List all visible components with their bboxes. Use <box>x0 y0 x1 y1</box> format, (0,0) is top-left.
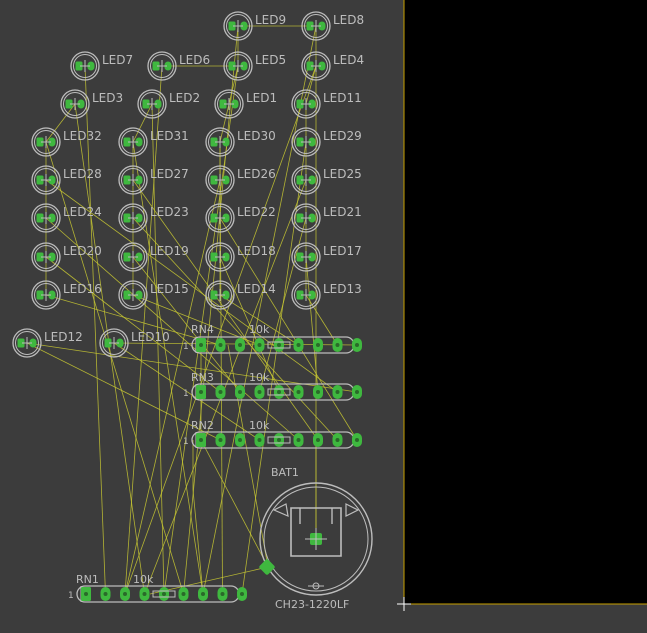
led-label: LED14 <box>237 282 276 296</box>
rn-pin1-marker: 1 <box>183 342 189 352</box>
rn-name: RN2 <box>191 419 214 432</box>
led-label: LED17 <box>323 244 362 258</box>
led-led13[interactable]: LED13 <box>291 280 362 310</box>
parts: LED9 LED8 LED7 LED6 LED5 LED4 LED3 LED2 LED1 LED1… <box>12 11 373 611</box>
rn-name: RN4 <box>191 323 214 336</box>
pcb-layout: LED9 LED8 LED7 LED6 LED5 LED4 LED3 LED2 LED1 LED1… <box>12 0 647 611</box>
led-led31[interactable]: LED31 <box>118 127 189 157</box>
led-label: LED15 <box>150 282 189 296</box>
led-label: LED28 <box>63 167 102 181</box>
led-led20[interactable]: LED20 <box>31 242 102 272</box>
led-label: LED27 <box>150 167 189 181</box>
led-led1[interactable]: LED1 <box>214 89 277 119</box>
rn-value: 10k <box>249 419 270 432</box>
airwire <box>200 439 269 568</box>
led-led21[interactable]: LED21 <box>291 203 362 233</box>
led-label: LED29 <box>323 129 362 143</box>
led-led12[interactable]: LED12 <box>12 328 83 358</box>
rn-pin1-marker: 1 <box>183 389 189 399</box>
rn-name: RN3 <box>191 371 214 384</box>
led-label: LED18 <box>237 244 276 258</box>
led-led3[interactable]: LED3 <box>60 89 123 119</box>
led-label: LED19 <box>150 244 189 258</box>
battery-bat1[interactable]: BAT1 CH23-1220LF <box>259 466 373 611</box>
airwire <box>192 489 204 595</box>
led-led9[interactable]: LED9 <box>223 11 286 41</box>
led-led26[interactable]: LED26 <box>205 165 276 195</box>
led-label: LED30 <box>237 129 276 143</box>
airwire <box>183 25 239 595</box>
led-label: LED3 <box>92 91 123 105</box>
led-led4[interactable]: LED4 <box>301 51 364 81</box>
board-outside-area <box>404 0 647 604</box>
led-label: LED11 <box>323 91 362 105</box>
led-label: LED9 <box>255 13 286 27</box>
led-label: LED24 <box>63 205 102 219</box>
led-led32[interactable]: LED32 <box>31 127 102 157</box>
resistor-network-rn3[interactable]: RN3 10k 1 <box>183 371 362 401</box>
led-label: LED32 <box>63 129 102 143</box>
pcb-canvas[interactable]: LED9 LED8 LED7 LED6 LED5 LED4 LED3 LED2 LED1 LED1… <box>0 0 647 628</box>
led-label: LED16 <box>63 282 102 296</box>
resistor-network-rn1[interactable]: RN1 10k 1 <box>68 573 247 603</box>
rn-pin1-marker: 1 <box>68 591 74 601</box>
led-label: LED20 <box>63 244 102 258</box>
rn-value: 10k <box>133 573 154 586</box>
led-label: LED22 <box>237 205 276 219</box>
led-led7[interactable]: LED7 <box>70 51 133 81</box>
rn-value: 10k <box>249 323 270 336</box>
led-label: LED26 <box>237 167 276 181</box>
resistor-network-rn4[interactable]: RN4 10k 1 <box>183 323 362 354</box>
rn-name: RN1 <box>76 573 99 586</box>
led-label: LED31 <box>150 129 189 143</box>
led-led16[interactable]: LED16 <box>31 280 102 310</box>
battery-pad <box>259 559 275 575</box>
battery-name: BAT1 <box>271 466 299 479</box>
resistor-network-rn2[interactable]: RN2 10k 1 <box>183 419 362 449</box>
led-label: LED10 <box>131 330 170 344</box>
airwire <box>305 65 317 105</box>
led-label: LED1 <box>246 91 277 105</box>
led-label: LED13 <box>323 282 362 296</box>
airwire <box>84 65 106 595</box>
led-label: LED23 <box>150 205 189 219</box>
led-led17[interactable]: LED17 <box>291 242 362 272</box>
led-led15[interactable]: LED15 <box>118 280 189 310</box>
rn-value: 10k <box>249 371 270 384</box>
led-led8[interactable]: LED8 <box>301 11 364 41</box>
led-label: LED21 <box>323 205 362 219</box>
led-led23[interactable]: LED23 <box>118 203 189 233</box>
led-led30[interactable]: LED30 <box>205 127 276 157</box>
led-label: LED12 <box>44 330 83 344</box>
led-label: LED4 <box>333 53 364 67</box>
led-led6[interactable]: LED6 <box>147 51 210 81</box>
led-led29[interactable]: LED29 <box>291 127 362 157</box>
led-label: LED25 <box>323 167 362 181</box>
led-label: LED5 <box>255 53 286 67</box>
rn-pin1-marker: 1 <box>183 437 189 447</box>
led-label: LED7 <box>102 53 133 67</box>
led-label: LED2 <box>169 91 200 105</box>
led-led28[interactable]: LED28 <box>31 165 102 195</box>
battery-value: CH23-1220LF <box>275 598 349 611</box>
led-label: LED6 <box>179 53 210 67</box>
led-label: LED8 <box>333 13 364 27</box>
led-led22[interactable]: LED22 <box>205 203 276 233</box>
